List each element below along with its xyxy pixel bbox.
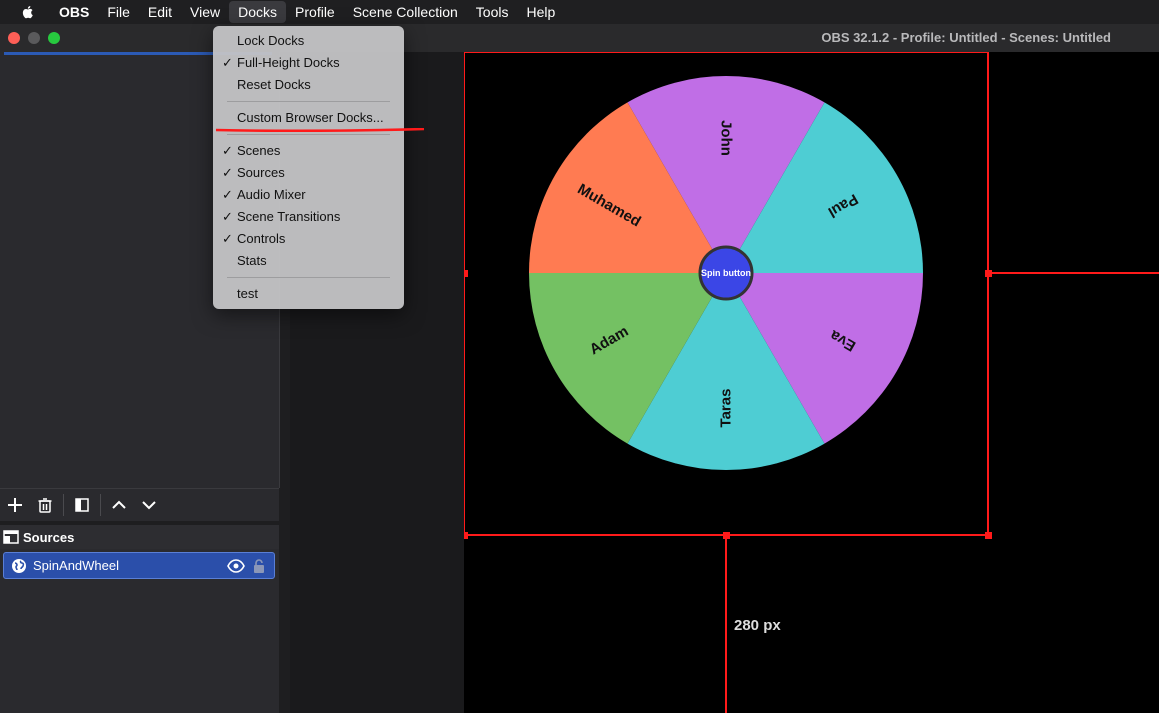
- menu-scene-collection[interactable]: Scene Collection: [344, 1, 467, 23]
- plus-icon: [8, 498, 22, 512]
- menu-separator: [227, 277, 390, 278]
- wheel-label-taras: Taras: [718, 389, 735, 428]
- move-scene-down-button[interactable]: [134, 490, 164, 520]
- preview-canvas[interactable]: John Paul Eva Taras Adam Muhamed Spin button: [464, 52, 1159, 713]
- checkmark-icon: ✓: [222, 187, 233, 202]
- remove-scene-button[interactable]: [30, 490, 60, 520]
- toolbar-divider: [100, 494, 101, 516]
- chevron-down-icon: [142, 501, 156, 510]
- chevron-up-icon: [112, 500, 126, 509]
- window-close-button[interactable]: [8, 32, 20, 44]
- menu-item-stats[interactable]: Stats: [213, 250, 404, 272]
- resize-handle-left[interactable]: [464, 270, 468, 277]
- move-scene-up-button[interactable]: [104, 490, 134, 520]
- menu-item-full-height-docks[interactable]: ✓ Full-Height Docks: [213, 52, 404, 74]
- menu-item-scenes[interactable]: ✓ Scenes: [213, 140, 404, 162]
- menu-profile[interactable]: Profile: [286, 1, 344, 23]
- red-annotation-underline: [215, 128, 425, 132]
- window-minimize-button[interactable]: [28, 32, 40, 44]
- scene-filters-button[interactable]: [67, 490, 97, 520]
- menu-item-sources[interactable]: ✓ Sources: [213, 162, 404, 184]
- menu-item-controls[interactable]: ✓ Controls: [213, 228, 404, 250]
- sources-list[interactable]: SpinAndWheel: [0, 549, 279, 713]
- add-scene-button[interactable]: [0, 490, 30, 520]
- docks-dropdown-menu: Lock Docks ✓ Full-Height Docks Reset Dock…: [213, 26, 404, 309]
- menu-help[interactable]: Help: [517, 1, 564, 23]
- menu-separator: [227, 101, 390, 102]
- window-zoom-button[interactable]: [48, 32, 60, 44]
- unlocked-padlock-icon[interactable]: [253, 558, 265, 573]
- checkmark-icon: ✓: [222, 55, 233, 70]
- resize-handle-bottom-right[interactable]: [985, 532, 992, 539]
- menu-item-scene-transitions[interactable]: ✓ Scene Transitions: [213, 206, 404, 228]
- preview-scene-svg: JohnPaulEvaTarasAdamMuhamedSpin button: [464, 52, 1159, 713]
- checkmark-icon: ✓: [222, 209, 233, 224]
- menu-item-audio-mixer[interactable]: ✓ Audio Mixer: [213, 184, 404, 206]
- resize-handle-right[interactable]: [985, 270, 992, 277]
- macos-menu-bar: OBS File Edit View Docks Profile Scene C…: [0, 0, 1159, 24]
- menu-edit[interactable]: Edit: [139, 1, 181, 23]
- checkmark-icon: ✓: [222, 143, 233, 158]
- sources-dock-header: Sources: [0, 525, 279, 549]
- visibility-eye-icon[interactable]: [227, 558, 245, 573]
- globe-icon: [12, 558, 26, 573]
- checkmark-icon: ✓: [222, 165, 233, 180]
- menu-view[interactable]: View: [181, 1, 229, 23]
- source-item[interactable]: SpinAndWheel: [3, 552, 275, 579]
- spin-button-label: Spin button: [701, 268, 751, 278]
- window-title-bar: OBS 32.1.2 - Profile: Untitled - Scenes:…: [0, 24, 1159, 52]
- wheel-label-john: John: [718, 120, 735, 156]
- apple-logo-icon[interactable]: [20, 4, 36, 20]
- distance-measurement-label: 280 px: [734, 617, 781, 634]
- menu-item-lock-docks[interactable]: Lock Docks: [213, 30, 404, 52]
- filter-icon: [75, 498, 89, 512]
- dock-window-icon: [3, 530, 19, 544]
- toolbar-divider: [63, 494, 64, 516]
- sources-dock-title: Sources: [23, 529, 75, 545]
- menu-item-custom-browser-docks[interactable]: Custom Browser Docks...: [213, 107, 404, 129]
- scenes-toolbar: [0, 488, 279, 521]
- menu-app-obs[interactable]: OBS: [50, 1, 98, 23]
- window-title: OBS 32.1.2 - Profile: Untitled - Scenes:…: [821, 30, 1111, 45]
- menu-tools[interactable]: Tools: [467, 1, 518, 23]
- menu-item-test[interactable]: test: [213, 283, 404, 305]
- menu-item-reset-docks[interactable]: Reset Docks: [213, 74, 404, 96]
- menu-file[interactable]: File: [98, 1, 139, 23]
- menu-separator: [227, 134, 390, 135]
- menu-docks[interactable]: Docks: [229, 1, 287, 23]
- spin-wheel: JohnPaulEvaTarasAdamMuhamedSpin button: [529, 75, 923, 470]
- resize-handle-bottom-left[interactable]: [464, 532, 468, 539]
- trash-icon: [38, 498, 52, 513]
- resize-handle-bottom[interactable]: [723, 532, 730, 539]
- source-name: SpinAndWheel: [33, 558, 119, 573]
- checkmark-icon: ✓: [222, 231, 233, 246]
